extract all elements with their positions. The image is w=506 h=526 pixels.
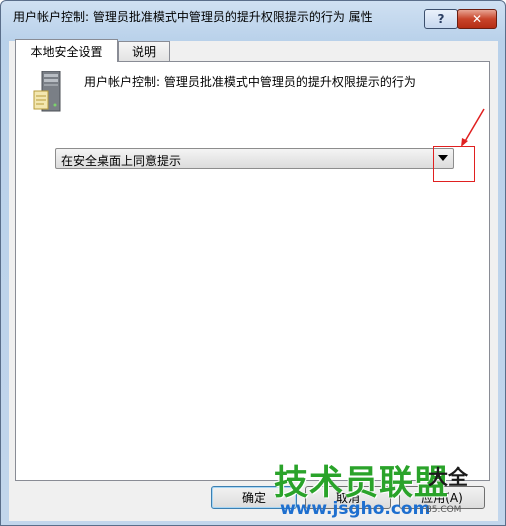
tab-local-security-setting[interactable]: 本地安全设置 [15, 39, 118, 62]
window-title: 用户帐户控制: 管理员批准模式中管理员的提升权限提示的行为 属性 [13, 10, 373, 24]
close-button[interactable]: ✕ [457, 9, 497, 29]
tab-panel: 用户帐户控制: 管理员批准模式中管理员的提升权限提示的行为 在安全桌面上同意提示 [15, 61, 490, 481]
apply-button[interactable]: 应用(A) [399, 486, 485, 509]
dialog-content: 本地安全设置 说明 用户帐户控制: 管理员批准模式中管理员的提升权限提示的行为 [9, 39, 498, 521]
tab-explain[interactable]: 说明 [118, 41, 170, 61]
ok-button[interactable]: 确定 [211, 486, 297, 509]
properties-dialog: 用户帐户控制: 管理员批准模式中管理员的提升权限提示的行为 属性 ? ✕ 本地安… [0, 0, 506, 526]
title-bar[interactable]: 用户帐户控制: 管理员批准模式中管理员的提升权限提示的行为 属性 ? ✕ [1, 1, 505, 31]
prompt-behavior-select[interactable]: 在安全桌面上同意提示 [55, 148, 454, 169]
select-value: 在安全桌面上同意提示 [61, 154, 182, 168]
help-button[interactable]: ? [424, 9, 458, 29]
server-policy-icon [33, 71, 61, 112]
annotation-arrow [461, 108, 485, 147]
annotation-highlight-box [433, 146, 475, 182]
policy-description: 用户帐户控制: 管理员批准模式中管理员的提升权限提示的行为 [84, 75, 416, 89]
cancel-button[interactable]: 取消 [305, 486, 391, 509]
